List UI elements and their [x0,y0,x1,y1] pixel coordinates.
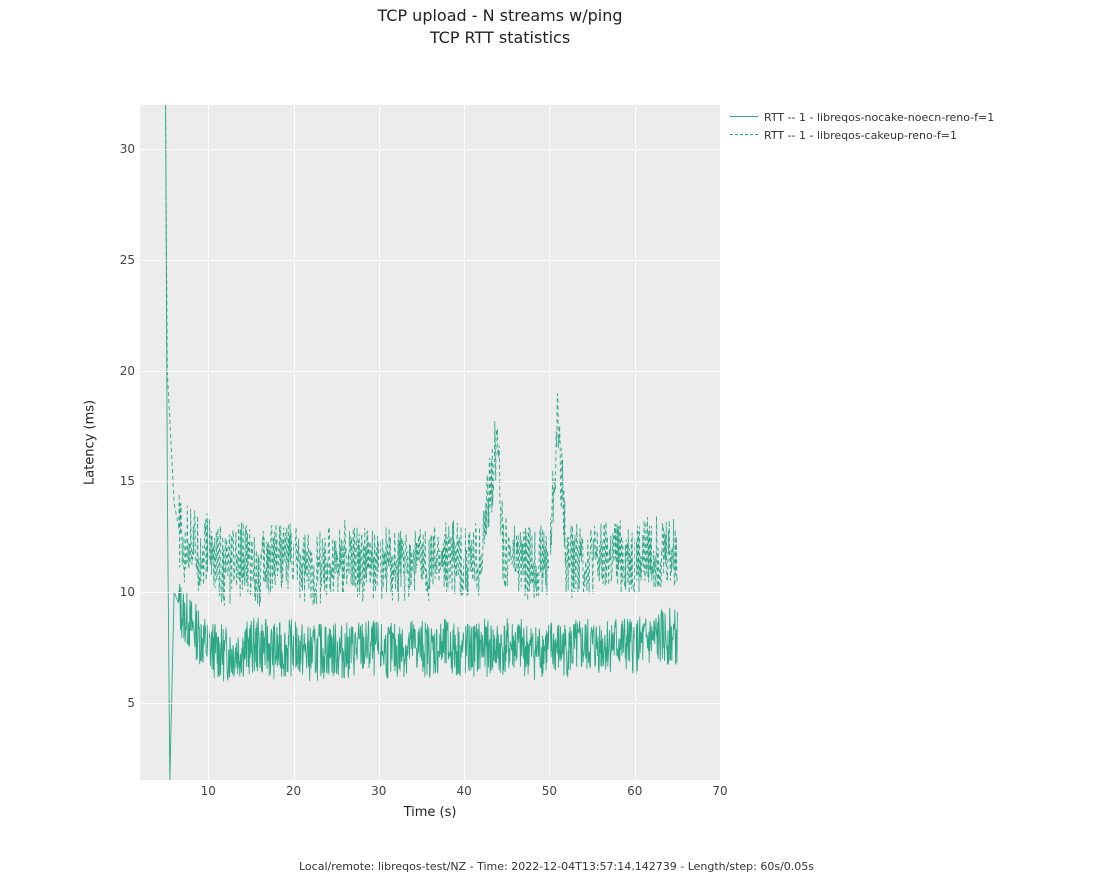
y-tick-label: 25 [105,253,135,267]
x-tick-label: 20 [286,784,301,798]
y-tick-label: 10 [105,585,135,599]
x-tick-label: 30 [371,784,386,798]
legend-swatch-solid-icon [730,111,758,123]
y-tick-label: 30 [105,142,135,156]
legend-label: RTT -- 1 - libreqos-cakeup-reno-f=1 [764,129,957,142]
series-line [166,105,678,607]
x-axis-label: Time (s) [140,805,720,820]
gridline-h [140,481,720,482]
series-line [166,105,678,780]
gridline-v [549,105,550,780]
legend: RTT -- 1 - libreqos-nocake-noecn-reno-f=… [730,108,994,144]
y-tick-label: 20 [105,364,135,378]
legend-swatch-dashed-icon [730,129,758,141]
gridline-v [294,105,295,780]
x-tick-label: 70 [712,784,727,798]
gridline-v [635,105,636,780]
y-axis-label: Latency (ms) [80,105,100,780]
gridline-v [379,105,380,780]
x-tick-label: 40 [456,784,471,798]
gridline-v [208,105,209,780]
chart-title-line2: TCP RTT statistics [0,28,860,47]
gridline-v [464,105,465,780]
gridline-h [140,149,720,150]
legend-label: RTT -- 1 - libreqos-nocake-noecn-reno-f=… [764,111,994,124]
legend-item: RTT -- 1 - libreqos-nocake-noecn-reno-f=… [730,108,994,126]
x-tick-label: 10 [201,784,216,798]
gridline-h [140,371,720,372]
y-tick-label: 15 [105,474,135,488]
chart-title-line1: TCP upload - N streams w/ping [0,6,860,25]
x-tick-label: 50 [542,784,557,798]
footer-text: Local/remote: libreqos-test/NZ - Time: 2… [0,860,1113,873]
gridline-v [720,105,721,780]
gridline-h [140,260,720,261]
gridline-h [140,592,720,593]
plot-area [140,105,720,780]
chart-svg [140,105,720,780]
legend-item: RTT -- 1 - libreqos-cakeup-reno-f=1 [730,126,994,144]
y-tick-label: 5 [105,696,135,710]
gridline-h [140,703,720,704]
x-tick-label: 60 [627,784,642,798]
